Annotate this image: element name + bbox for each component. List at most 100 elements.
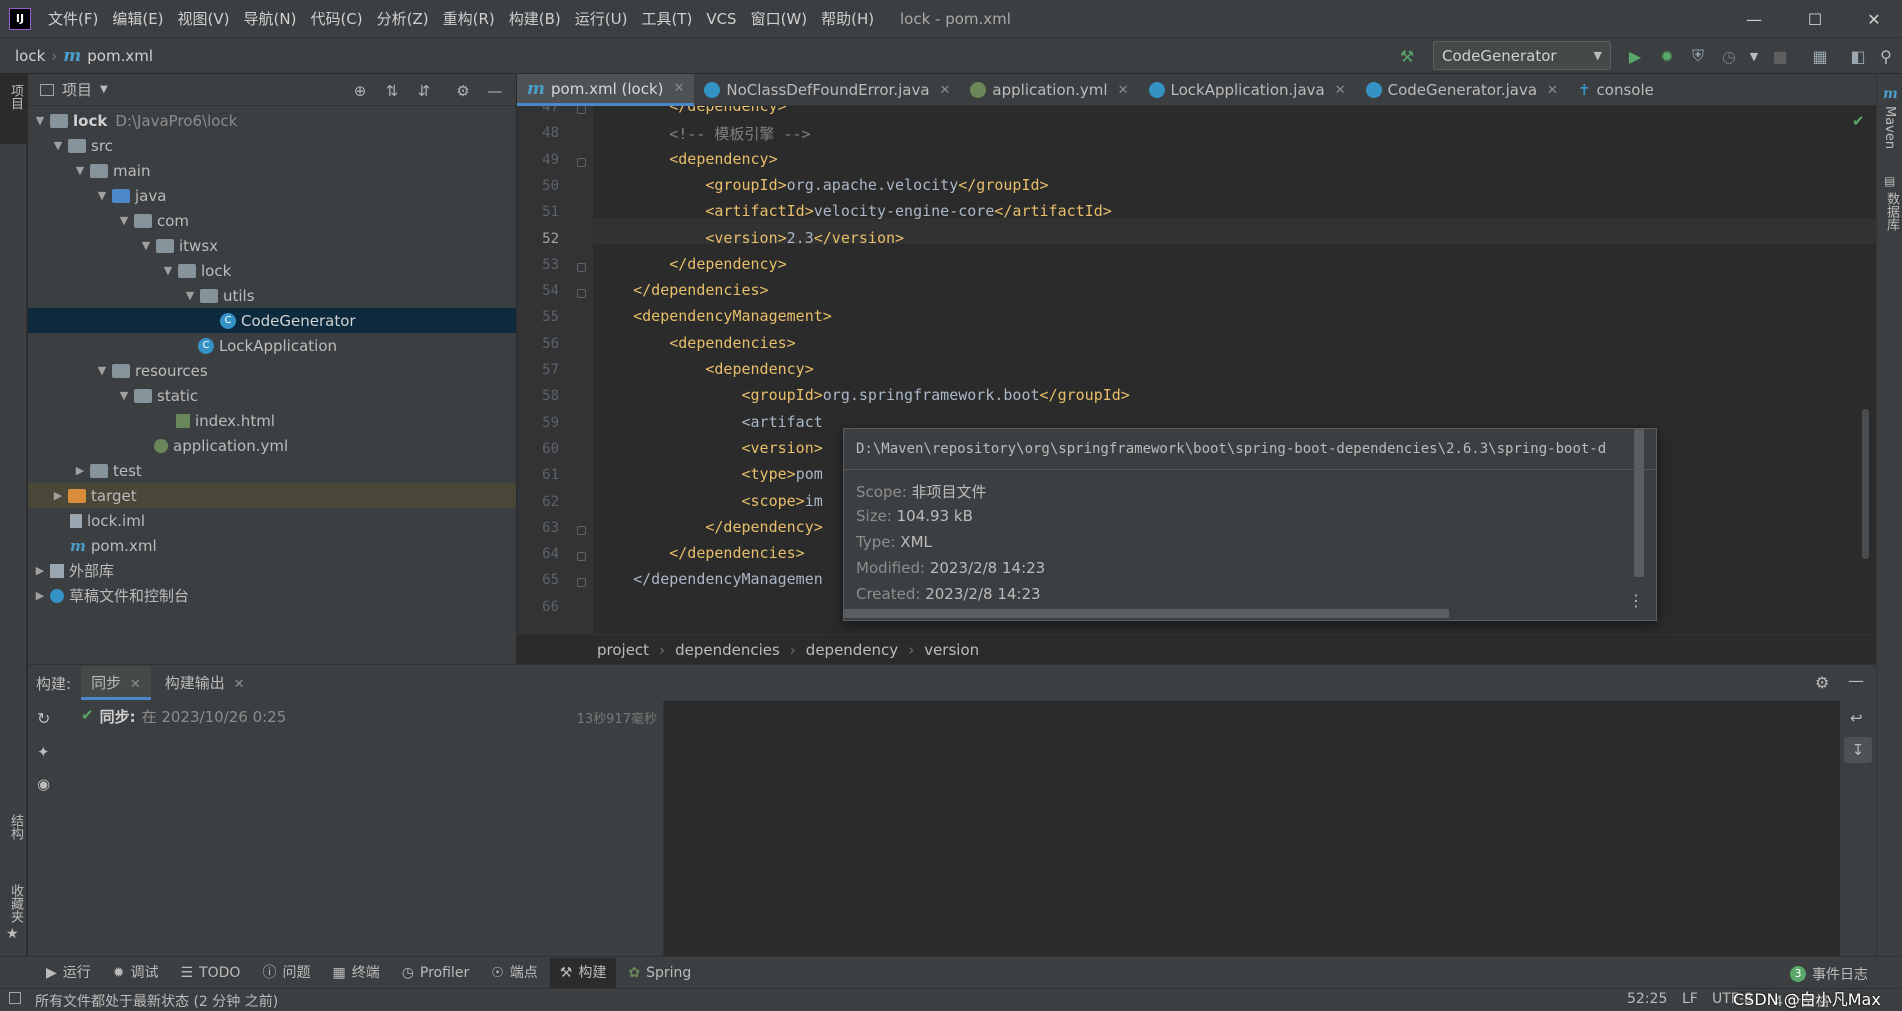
tool-profiler[interactable]: ◷ Profiler	[392, 958, 480, 988]
tree-item-resources[interactable]: ▼ resources	[28, 358, 516, 383]
minimize-button[interactable]: —	[1726, 0, 1782, 38]
chevron-down-icon[interactable]: ▼	[100, 84, 108, 95]
nav-file[interactable]: pom.xml	[87, 47, 153, 65]
close-icon[interactable]: ✕	[1335, 83, 1346, 98]
tree-item-scratches[interactable]: ▶ 草稿文件和控制台	[28, 583, 516, 608]
scroll-to-end-icon[interactable]: ↧	[1844, 737, 1872, 763]
chevron-right-icon[interactable]: ▶	[32, 564, 48, 577]
line-separator[interactable]: LF	[1682, 991, 1698, 1007]
tool-build[interactable]: ⚒ 构建	[549, 957, 617, 988]
expand-all-icon[interactable]: ⇅	[381, 80, 403, 102]
close-icon[interactable]: ✕	[234, 677, 245, 692]
build-hammer-icon[interactable]: ⚒	[1395, 44, 1419, 68]
fold-marker-icon[interactable]	[577, 262, 586, 272]
menu-view[interactable]: 视图(V)	[171, 0, 237, 38]
inspection-ok-icon[interactable]: ✔	[1852, 112, 1865, 130]
chevron-down-icon[interactable]: ▼	[116, 214, 132, 227]
menu-analyze[interactable]: 分析(Z)	[370, 0, 436, 38]
tool-terminal[interactable]: ▦ 终端	[322, 958, 389, 988]
tab-sync[interactable]: 同步 ✕	[81, 666, 151, 700]
coverage-icon[interactable]: ⛨	[1686, 44, 1710, 68]
run-config-select[interactable]: CodeGenerator ▼	[1433, 41, 1611, 70]
favorites-stripe-button[interactable]: 收藏夹	[6, 884, 25, 923]
tab-noclassdeffounderror[interactable]: NoClassDefFoundError.java ✕	[694, 74, 960, 106]
tab-codegenerator[interactable]: CodeGenerator.java ✕	[1356, 74, 1568, 106]
fold-marker-icon[interactable]	[577, 106, 586, 114]
chevron-right-icon[interactable]: ▶	[72, 464, 88, 477]
collapse-all-icon[interactable]: ⇵	[413, 80, 435, 102]
gear-icon[interactable]: ⚙	[1815, 673, 1829, 692]
project-panel-title[interactable]: 项目	[62, 79, 92, 100]
tree-item-external-libraries[interactable]: ▶ 外部库	[28, 558, 516, 583]
database-stripe-button[interactable]: 数据库	[1882, 192, 1901, 231]
menu-build[interactable]: 构建(B)	[502, 0, 568, 38]
fold-marker-icon[interactable]	[577, 525, 586, 535]
fold-marker-icon[interactable]	[577, 552, 586, 562]
close-icon[interactable]: ✕	[130, 677, 141, 692]
chevron-down-icon[interactable]: ▼	[50, 139, 66, 152]
chevron-down-icon[interactable]: ▼	[138, 239, 154, 252]
tool-debug[interactable]: ✹ 调试	[103, 958, 169, 988]
popup-horizontal-scrollbar[interactable]	[844, 609, 1449, 618]
tree-item-pom-xml[interactable]: m pom.xml	[28, 533, 516, 558]
tool-run[interactable]: ▶ 运行	[36, 958, 101, 988]
chevron-down-icon[interactable]: ▼	[94, 189, 110, 202]
crumb-dependencies[interactable]: dependencies	[675, 641, 780, 659]
tab-build-output[interactable]: 构建输出 ✕	[155, 666, 255, 700]
stop-icon[interactable]: ■	[1768, 44, 1792, 68]
chevron-down-icon[interactable]: ▼	[94, 364, 110, 377]
more-options-icon[interactable]: ⋮	[1628, 591, 1644, 610]
chevron-down-icon[interactable]: ▼	[116, 389, 132, 402]
hide-icon[interactable]: —	[484, 80, 506, 102]
locate-icon[interactable]: ⊕	[349, 80, 371, 102]
profile-icon[interactable]: ◷	[1717, 44, 1741, 68]
tree-item-index-html[interactable]: index.html	[28, 408, 516, 433]
chevron-down-icon[interactable]: ▼	[1742, 44, 1766, 68]
menu-refactor[interactable]: 重构(R)	[436, 0, 502, 38]
close-icon[interactable]: ✕	[674, 81, 685, 96]
soft-wrap-icon[interactable]: ↩	[1850, 709, 1863, 727]
tool-problems[interactable]: ⓘ 问题	[252, 958, 320, 988]
tab-console[interactable]: ✝ console	[1568, 74, 1664, 106]
tree-item-lockapplication[interactable]: C LockApplication	[28, 333, 516, 358]
pin-icon[interactable]: ✦	[37, 743, 50, 761]
close-window-button[interactable]: ✕	[1846, 0, 1902, 38]
tab-lockapplication[interactable]: LockApplication.java ✕	[1139, 74, 1356, 106]
close-icon[interactable]: ✕	[940, 83, 951, 98]
tree-item-lock-package[interactable]: ▼ lock	[28, 258, 516, 283]
build-output-area[interactable]	[663, 701, 1840, 957]
menu-window[interactable]: 窗口(W)	[744, 0, 815, 38]
menu-run[interactable]: 运行(U)	[568, 0, 635, 38]
tab-application-yml[interactable]: application.yml ✕	[960, 74, 1138, 106]
tree-item-codegenerator[interactable]: C CodeGenerator	[28, 308, 516, 333]
menu-edit[interactable]: 编辑(E)	[105, 0, 170, 38]
tree-item-static[interactable]: ▼ static	[28, 383, 516, 408]
menu-file[interactable]: 文件(F)	[41, 0, 105, 38]
maximize-button[interactable]: ☐	[1787, 0, 1843, 38]
crumb-dependency[interactable]: dependency	[806, 641, 898, 659]
maven-stripe-button[interactable]: Maven	[1882, 106, 1897, 149]
menu-vcs[interactable]: VCS	[699, 0, 743, 38]
chevron-down-icon[interactable]: ▼	[160, 264, 176, 277]
editor-scrollbar[interactable]	[1862, 409, 1869, 559]
structure-stripe-button[interactable]: 结构	[6, 814, 25, 840]
search-icon[interactable]: ⚲	[1874, 44, 1898, 68]
tree-item-java[interactable]: ▼ java	[28, 183, 516, 208]
menu-help[interactable]: 帮助(H)	[814, 0, 881, 38]
menu-tools[interactable]: 工具(T)	[634, 0, 699, 38]
project-structure-icon[interactable]: ▦	[1808, 44, 1832, 68]
event-log-button[interactable]: 3 事件日志	[1790, 964, 1868, 984]
menu-code[interactable]: 代码(C)	[303, 0, 369, 38]
tool-endpoints[interactable]: ☉ 端点	[481, 958, 548, 988]
project-stripe-button[interactable]: 项目	[6, 84, 25, 110]
tree-item-target[interactable]: ▶ target	[28, 483, 516, 508]
tree-item-itwsx[interactable]: ▼ itwsx	[28, 233, 516, 258]
close-icon[interactable]: ✕	[1118, 83, 1129, 98]
fold-marker-icon[interactable]	[577, 289, 586, 299]
tool-spring[interactable]: ✿ Spring	[618, 958, 701, 988]
chevron-down-icon[interactable]: ▼	[182, 289, 198, 302]
debug-icon[interactable]: ✹	[1655, 44, 1679, 68]
tree-item-utils[interactable]: ▼ utils	[28, 283, 516, 308]
crumb-project[interactable]: project	[597, 641, 649, 659]
tree-item-com[interactable]: ▼ com	[28, 208, 516, 233]
